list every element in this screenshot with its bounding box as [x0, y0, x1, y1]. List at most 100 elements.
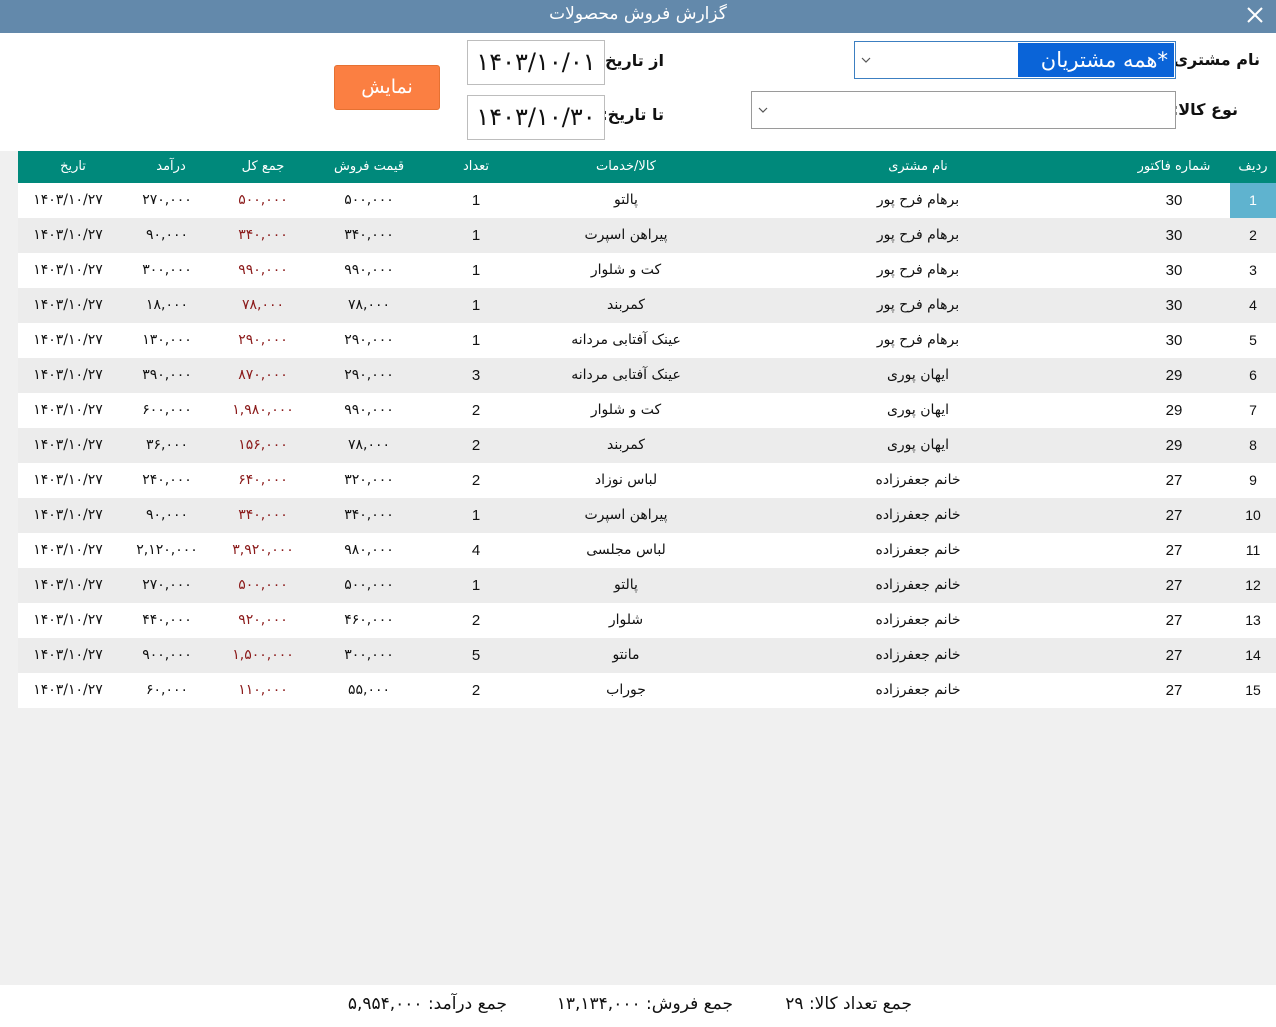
cell-date[interactable]: ۱۴۰۳/۱۰/۲۷: [20, 647, 116, 663]
cell-customer[interactable]: ایهان پوری: [818, 367, 1018, 383]
cell-invoice-no[interactable]: 27: [1124, 682, 1224, 699]
cell-product[interactable]: جوراب: [526, 682, 726, 698]
cell-total[interactable]: ۳۴۰,۰۰۰: [218, 227, 308, 243]
cell-product[interactable]: عینک آفتابی مردانه: [526, 332, 726, 348]
cell-date[interactable]: ۱۴۰۳/۱۰/۲۷: [20, 227, 116, 243]
cell-invoice-no[interactable]: 27: [1124, 542, 1224, 559]
row-number[interactable]: 12: [1230, 568, 1276, 603]
cell-invoice-no[interactable]: 27: [1124, 507, 1224, 524]
header-income[interactable]: درآمد: [126, 159, 216, 174]
cell-price[interactable]: ۵۵,۰۰۰: [314, 682, 424, 698]
cell-product[interactable]: کت و شلوار: [526, 402, 726, 418]
cell-price[interactable]: ۹۹۰,۰۰۰: [314, 262, 424, 278]
cell-customer[interactable]: برهام فرح پور: [818, 227, 1018, 243]
cell-income[interactable]: ۱۳۰,۰۰۰: [122, 332, 212, 348]
row-number[interactable]: 15: [1230, 673, 1276, 708]
close-icon[interactable]: [1242, 2, 1268, 28]
cell-income[interactable]: ۳۹۰,۰۰۰: [122, 367, 212, 383]
chevron-down-icon[interactable]: [860, 54, 872, 66]
cell-income[interactable]: ۳۶,۰۰۰: [122, 437, 212, 453]
cell-invoice-no[interactable]: 30: [1124, 332, 1224, 349]
cell-qty[interactable]: 5: [438, 647, 514, 664]
row-number[interactable]: 6: [1230, 358, 1276, 393]
show-button[interactable]: نمایش: [334, 65, 440, 110]
cell-product[interactable]: کت و شلوار: [526, 262, 726, 278]
row-number[interactable]: 14: [1230, 638, 1276, 673]
table-row[interactable]: 11 27 خانم جعفرزاده لباس مجلسی 4 ۹۸۰,۰۰۰ ۳,۹۲۰…: [18, 533, 1276, 568]
cell-invoice-no[interactable]: 29: [1124, 367, 1224, 384]
cell-qty[interactable]: 1: [438, 297, 514, 314]
cell-qty[interactable]: 1: [438, 332, 514, 349]
row-number[interactable]: 5: [1230, 323, 1276, 358]
table-row[interactable]: 13 27 خانم جعفرزاده شلوار 2 ۴۶۰,۰۰۰ ۹۲۰,۰۰۰ ۴۴۰…: [18, 603, 1276, 638]
cell-customer[interactable]: خانم جعفرزاده: [818, 577, 1018, 593]
cell-invoice-no[interactable]: 30: [1124, 297, 1224, 314]
cell-total[interactable]: ۵۰۰,۰۰۰: [218, 577, 308, 593]
cell-qty[interactable]: 2: [438, 682, 514, 699]
cell-invoice-no[interactable]: 27: [1124, 647, 1224, 664]
cell-price[interactable]: ۳۰۰,۰۰۰: [314, 647, 424, 663]
row-number[interactable]: 3: [1230, 253, 1276, 288]
cell-income[interactable]: ۶۰,۰۰۰: [122, 682, 212, 698]
header-date[interactable]: تاریخ: [28, 159, 118, 174]
cell-product[interactable]: کمربند: [526, 437, 726, 453]
cell-qty[interactable]: 2: [438, 437, 514, 454]
table-row[interactable]: 2 30 برهام فرح پور پیراهن اسپرت 1 ۳۴۰,۰۰۰ ۳۴۰,…: [18, 218, 1276, 253]
cell-qty[interactable]: 1: [438, 227, 514, 244]
cell-qty[interactable]: 2: [438, 402, 514, 419]
cell-qty[interactable]: 2: [438, 472, 514, 489]
table-row[interactable]: 15 27 خانم جعفرزاده جوراب 2 ۵۵,۰۰۰ ۱۱۰,۰۰۰ ۶۰,۰…: [18, 673, 1276, 708]
cell-customer[interactable]: خانم جعفرزاده: [818, 647, 1018, 663]
cell-date[interactable]: ۱۴۰۳/۱۰/۲۷: [20, 577, 116, 593]
table-row[interactable]: 14 27 خانم جعفرزاده مانتو 5 ۳۰۰,۰۰۰ ۱,۵۰۰,۰۰۰ ۹…: [18, 638, 1276, 673]
cell-total[interactable]: ۱۱۰,۰۰۰: [218, 682, 308, 698]
from-date-field[interactable]: ۱۴۰۳/۱۰/۰۱: [467, 40, 605, 85]
header-invoice-no[interactable]: شماره فاکتور: [1124, 159, 1224, 174]
cell-customer[interactable]: ایهان پوری: [818, 402, 1018, 418]
cell-total[interactable]: ۱۵۶,۰۰۰: [218, 437, 308, 453]
table-row[interactable]: 12 27 خانم جعفرزاده پالتو 1 ۵۰۰,۰۰۰ ۵۰۰,۰۰۰ ۲۷۰…: [18, 568, 1276, 603]
cell-income[interactable]: ۱۸,۰۰۰: [122, 297, 212, 313]
cell-invoice-no[interactable]: 30: [1124, 227, 1224, 244]
cell-date[interactable]: ۱۴۰۳/۱۰/۲۷: [20, 472, 116, 488]
cell-invoice-no[interactable]: 29: [1124, 437, 1224, 454]
cell-customer[interactable]: برهام فرح پور: [818, 332, 1018, 348]
customer-combobox[interactable]: *همه مشتریان: [854, 41, 1176, 79]
cell-date[interactable]: ۱۴۰۳/۱۰/۲۷: [20, 437, 116, 453]
cell-income[interactable]: ۹۰,۰۰۰: [122, 507, 212, 523]
cell-total[interactable]: ۹۹۰,۰۰۰: [218, 262, 308, 278]
table-row[interactable]: 3 30 برهام فرح پور کت و شلوار 1 ۹۹۰,۰۰۰ ۹۹۰,۰۰…: [18, 253, 1276, 288]
table-row[interactable]: 5 30 برهام فرح پور عینک آفتابی مردانه 1 ۲۹۰,۰…: [18, 323, 1276, 358]
table-row[interactable]: 6 29 ایهان پوری عینک آفتابی مردانه 3 ۲۹۰,۰۰۰ ۸…: [18, 358, 1276, 393]
cell-customer[interactable]: خانم جعفرزاده: [818, 612, 1018, 628]
cell-total[interactable]: ۱,۵۰۰,۰۰۰: [218, 647, 308, 663]
cell-customer[interactable]: خانم جعفرزاده: [818, 682, 1018, 698]
cell-customer[interactable]: خانم جعفرزاده: [818, 507, 1018, 523]
cell-total[interactable]: ۵۰۰,۰۰۰: [218, 192, 308, 208]
cell-customer[interactable]: برهام فرح پور: [818, 192, 1018, 208]
row-number[interactable]: 4: [1230, 288, 1276, 323]
cell-product[interactable]: پالتو: [526, 192, 726, 208]
cell-date[interactable]: ۱۴۰۳/۱۰/۲۷: [20, 192, 116, 208]
cell-qty[interactable]: 1: [438, 507, 514, 524]
cell-price[interactable]: ۵۰۰,۰۰۰: [314, 577, 424, 593]
row-number[interactable]: 8: [1230, 428, 1276, 463]
cell-income[interactable]: ۲۴۰,۰۰۰: [122, 472, 212, 488]
table-row[interactable]: 7 29 ایهان پوری کت و شلوار 2 ۹۹۰,۰۰۰ ۱,۹۸۰,۰۰۰…: [18, 393, 1276, 428]
cell-qty[interactable]: 3: [438, 367, 514, 384]
cell-customer[interactable]: برهام فرح پور: [818, 297, 1018, 313]
cell-date[interactable]: ۱۴۰۳/۱۰/۲۷: [20, 332, 116, 348]
cell-qty[interactable]: 4: [438, 542, 514, 559]
cell-product[interactable]: پیراهن اسپرت: [526, 507, 726, 523]
cell-price[interactable]: ۳۴۰,۰۰۰: [314, 507, 424, 523]
cell-income[interactable]: ۲,۱۲۰,۰۰۰: [122, 542, 212, 558]
cell-customer[interactable]: خانم جعفرزاده: [818, 472, 1018, 488]
cell-product[interactable]: شلوار: [526, 612, 726, 628]
cell-total[interactable]: ۳,۹۲۰,۰۰۰: [218, 542, 308, 558]
cell-product[interactable]: لباس مجلسی: [526, 542, 726, 558]
header-customer[interactable]: نام مشتری: [818, 159, 1018, 174]
row-number[interactable]: 9: [1230, 463, 1276, 498]
cell-date[interactable]: ۱۴۰۳/۱۰/۲۷: [20, 402, 116, 418]
row-number[interactable]: 11: [1230, 533, 1276, 568]
cell-qty[interactable]: 1: [438, 262, 514, 279]
